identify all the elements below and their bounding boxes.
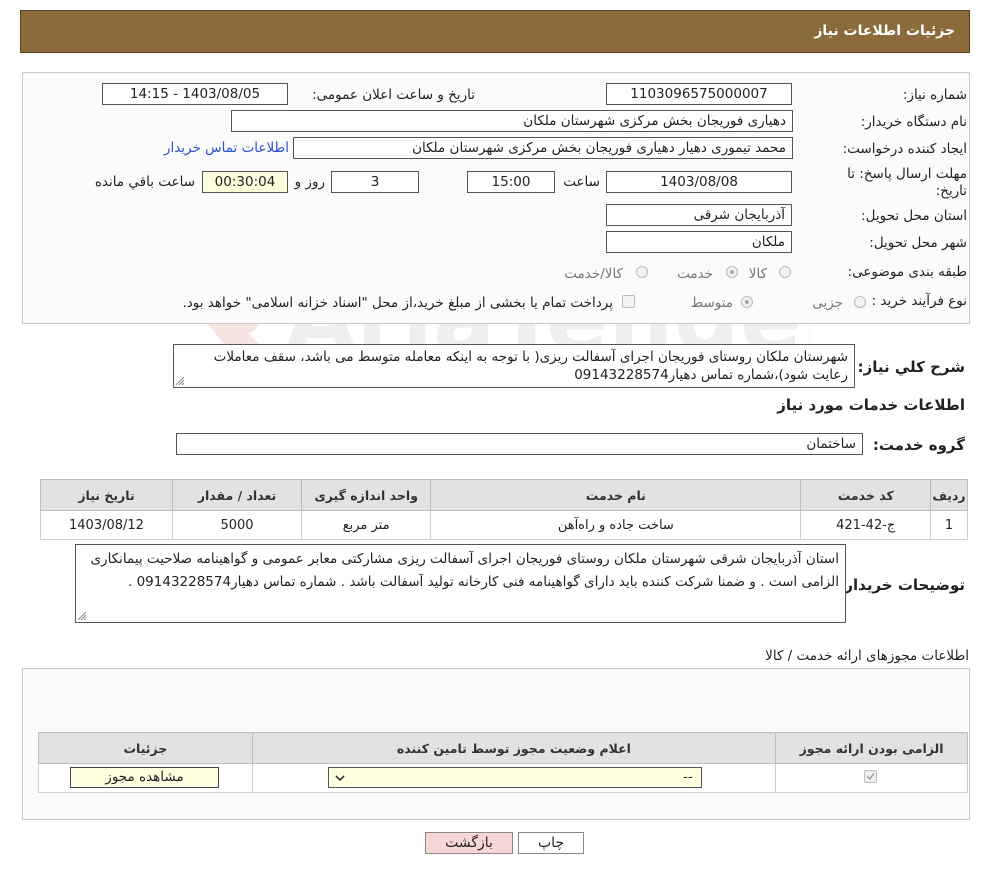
permits-table: الزامی بودن ارائه مجوز اعلام وضعیت مجوز … xyxy=(38,732,968,793)
col-permit-required: الزامی بودن ارائه مجوز xyxy=(775,732,968,764)
treasury-note: پرداخت تمام یا بخشی از مبلغ خرید،از محل … xyxy=(182,295,613,311)
resize-grip-icon[interactable] xyxy=(176,377,184,385)
cell-permit-required xyxy=(775,763,968,793)
remaining-label: ساعت باقي مانده xyxy=(94,174,195,190)
announce-datetime-field: 1403/08/05 - 14:15 xyxy=(102,83,288,105)
table-row: 1 ج-42-421 ساخت جاده و راه‌آهن متر مربع … xyxy=(40,510,968,540)
cell-row: 1 xyxy=(930,510,968,540)
purchase-option-minor: جزیی xyxy=(812,295,843,311)
table-row: -- مشاهده مجوز xyxy=(38,763,968,793)
announce-label: تاریخ و ساعت اعلان عمومی: xyxy=(312,87,475,103)
resize-grip-icon[interactable] xyxy=(78,612,86,620)
cell-service-code: ج-42-421 xyxy=(800,510,932,540)
province-label: استان محل تحویل: xyxy=(861,208,967,224)
deadline-date-field: 1403/08/08 xyxy=(606,171,792,193)
province-field: آذربایجان شرقی xyxy=(606,204,792,226)
services-section-title: اطلاعات خدمات مورد نیاز xyxy=(777,396,965,414)
services-table: ردیف کد خدمت نام خدمت واحد اندازه گیری ت… xyxy=(40,479,968,540)
col-service-name: نام خدمت xyxy=(430,479,802,511)
back-button[interactable]: بازگشت xyxy=(425,832,513,854)
page-header: جزئیات اطلاعات نیاز xyxy=(20,10,970,53)
cell-permit-status: -- xyxy=(251,763,777,793)
cell-permit-details: مشاهده مجوز xyxy=(38,763,253,793)
purchase-radio-medium[interactable] xyxy=(741,296,753,308)
page-title: جزئیات اطلاعات نیاز xyxy=(814,23,955,39)
permit-status-value: -- xyxy=(683,769,693,785)
buyer-org-field: دهیاری فوریجان بخش مرکزی شهرستان ملکان xyxy=(231,110,793,132)
col-need-date: تاریخ نیاز xyxy=(40,479,173,511)
services-table-header: ردیف کد خدمت نام خدمت واحد اندازه گیری ت… xyxy=(40,479,968,511)
deadline-time-label: ساعت xyxy=(563,174,600,190)
permits-section-title: اطلاعات مجوزهای ارائه خدمت / کالا xyxy=(765,648,969,664)
purchase-type-label: نوع فرآیند خرید : xyxy=(871,293,967,309)
col-service-code: کد خدمت xyxy=(800,479,932,511)
col-row: ردیف xyxy=(930,479,968,511)
cell-need-date: 1403/08/12 xyxy=(40,510,173,540)
days-field: 3 xyxy=(331,171,419,193)
cell-unit: متر مربع xyxy=(301,510,432,540)
col-permit-status: اعلام وضعیت مجوز توسط تامین کننده xyxy=(251,732,777,764)
col-unit: واحد اندازه گیری xyxy=(301,479,432,511)
deadline-time-field: 15:00 xyxy=(467,171,555,193)
city-field: ملکان xyxy=(606,231,792,253)
buyer-notes-label: توضیحات خریدار: xyxy=(838,576,965,594)
need-number-field: 1103096575000007 xyxy=(606,83,792,105)
need-number-label: شماره نیاز: xyxy=(902,87,967,103)
days-label: روز و xyxy=(294,174,325,190)
treasury-checkbox[interactable] xyxy=(622,295,635,308)
cell-service-name: ساخت جاده و راه‌آهن xyxy=(430,510,802,540)
summary-text: شهرستان ملکان روستای فوریجان اجرای آسفال… xyxy=(213,349,848,383)
permits-table-header: الزامی بودن ارائه مجوز اعلام وضعیت مجوز … xyxy=(38,732,968,764)
category-radio-goods-service[interactable] xyxy=(636,266,648,278)
chevron-down-icon xyxy=(335,775,345,782)
buyer-notes-textarea[interactable]: استان آذربایجان شرقی شهرستان ملکان روستا… xyxy=(75,544,846,623)
requester-label: ایجاد کننده درخواست: xyxy=(842,141,967,157)
category-option-goods-service: کالا/خدمت xyxy=(564,266,623,282)
category-option-goods: کالا xyxy=(748,266,767,282)
category-radio-service[interactable] xyxy=(726,266,738,278)
print-button[interactable]: چاپ xyxy=(518,832,584,854)
purchase-option-medium: متوسط xyxy=(690,295,733,311)
category-radio-goods[interactable] xyxy=(779,266,791,278)
purchase-radio-minor[interactable] xyxy=(854,296,866,308)
deadline-label: مهلت ارسال پاسخ: تا تاریخ: xyxy=(847,166,967,199)
permit-status-select[interactable]: -- xyxy=(327,767,702,788)
col-quantity: تعداد / مقدار xyxy=(171,479,303,511)
service-group-label: گروه خدمت: xyxy=(872,436,965,454)
service-group-field: ساختمان xyxy=(176,433,863,455)
city-label: شهر محل تحویل: xyxy=(869,235,967,251)
buyer-contact-link[interactable]: اطلاعات تماس خریدار xyxy=(164,140,289,156)
summary-label: شرح کلي نياز: xyxy=(857,358,965,376)
buyer-org-label: نام دستگاه خریدار: xyxy=(860,114,967,130)
cell-quantity: 5000 xyxy=(171,510,303,540)
view-permit-button[interactable]: مشاهده مجوز xyxy=(70,767,219,788)
summary-textarea[interactable]: شهرستان ملکان روستای فوریجان اجرای آسفال… xyxy=(173,344,855,388)
col-permit-details: جزئیات xyxy=(38,732,253,764)
category-label: طبقه بندی موضوعی: xyxy=(847,264,967,280)
buyer-notes-text: استان آذربایجان شرقی شهرستان ملکان روستا… xyxy=(90,551,839,590)
requester-field: محمد تیموری دهیار دهیاری فوریجان بخش مرک… xyxy=(293,137,793,159)
permit-required-checkbox xyxy=(864,770,878,783)
remaining-time-field: 00:30:04 xyxy=(202,171,288,193)
category-option-service: خدمت xyxy=(677,266,713,282)
